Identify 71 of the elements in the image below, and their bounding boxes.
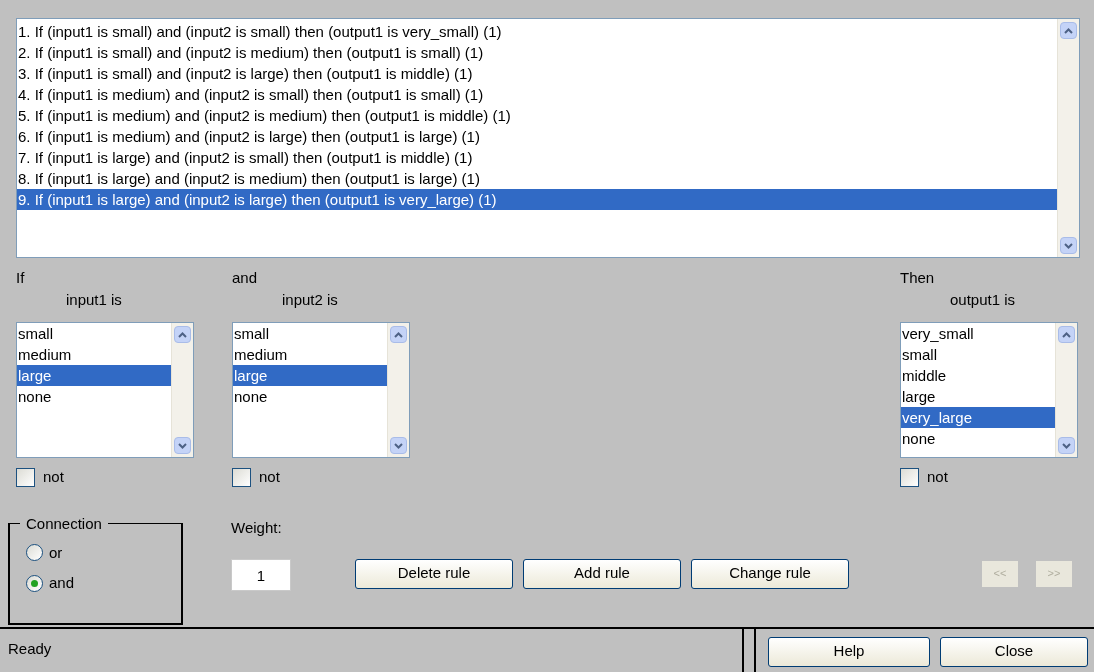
scroll-down-button[interactable] <box>174 437 191 454</box>
action-button[interactable]: Change rule <box>691 558 849 589</box>
chevron-down-icon <box>1062 442 1071 449</box>
rule-item[interactable]: 1. If (input1 is small) and (input2 is small) then (output1 is very_small) (1) <box>17 21 1057 42</box>
list-item[interactable]: small <box>901 344 1055 365</box>
radio-button[interactable] <box>26 574 43 592</box>
chevron-up-icon <box>394 331 403 338</box>
scrollbar[interactable] <box>387 323 409 457</box>
section-label: If <box>16 268 26 288</box>
rule-item[interactable]: 3. If (input1 is small) and (input2 is large) then (output1 is middle) (1) <box>17 63 1057 84</box>
list-item[interactable]: large <box>901 386 1055 407</box>
list-item[interactable]: medium <box>17 344 171 365</box>
status-text: Ready <box>8 639 52 657</box>
scroll-up-button[interactable] <box>1058 326 1075 343</box>
chevron-up-icon <box>1064 27 1073 34</box>
dialog-button[interactable]: Close <box>940 636 1088 667</box>
rule-item[interactable]: 2. If (input1 is small) and (input2 is medium) then (output1 is small) (1) <box>17 42 1057 63</box>
rule-list[interactable] <box>16 18 1080 258</box>
action-button[interactable]: Delete rule <box>355 558 513 589</box>
list-item[interactable]: small <box>17 323 171 344</box>
scrollbar[interactable] <box>1057 19 1079 257</box>
chevron-down-icon <box>1064 242 1073 249</box>
list-item[interactable]: none <box>17 386 171 407</box>
radio-label: and <box>49 573 75 593</box>
checkbox-label: not <box>259 467 280 487</box>
dialog-button[interactable]: Help <box>768 636 930 667</box>
weight-field[interactable]: 1 <box>231 559 291 591</box>
rule-item[interactable]: 9. If (input1 is large) and (input2 is large) then (output1 is very_large) (1) <box>17 189 1057 210</box>
section-label: Then <box>900 268 936 288</box>
scrollbar[interactable] <box>171 323 193 457</box>
listbox[interactable]: small medium large none <box>232 322 410 458</box>
rule-item[interactable]: 8. If (input1 is large) and (input2 is medium) then (output1 is large) (1) <box>17 168 1057 189</box>
list-item[interactable]: medium <box>233 344 387 365</box>
checkbox-label: not <box>927 467 948 487</box>
radio-label: or <box>49 542 63 563</box>
variable-label: input1 is <box>65 290 123 310</box>
weight-label: Weight: <box>231 517 283 538</box>
list-item[interactable]: none <box>901 428 1055 449</box>
listbox[interactable]: very_small small middle large very_large none <box>900 322 1078 458</box>
action-button[interactable]: Add rule <box>523 558 681 589</box>
rule-item[interactable]: 7. If (input1 is large) and (input2 is small) then (output1 is middle) (1) <box>17 147 1057 168</box>
chevron-up-icon <box>178 331 187 338</box>
scroll-down-button[interactable] <box>1058 437 1075 454</box>
checkbox-label: not <box>43 467 64 487</box>
rule-item[interactable]: 6. If (input1 is medium) and (input2 is large) then (output1 is large) (1) <box>17 126 1057 147</box>
checkbox[interactable] <box>900 467 919 487</box>
list-item[interactable]: very_large <box>901 407 1055 428</box>
scroll-down-button[interactable] <box>1060 237 1077 254</box>
scroll-down-button[interactable] <box>390 437 407 454</box>
list-item[interactable]: middle <box>901 365 1055 386</box>
chevron-down-icon <box>394 442 403 449</box>
list-item[interactable]: none <box>233 386 387 407</box>
variable-label: output1 is <box>949 290 1017 310</box>
rule-item[interactable]: 5. If (input1 is medium) and (input2 is medium) then (output1 is middle) (1) <box>17 105 1057 126</box>
rule-item[interactable]: 4. If (input1 is medium) and (input2 is small) then (output1 is small) (1) <box>17 84 1057 105</box>
variable-label: input2 is <box>281 290 339 310</box>
scroll-up-button[interactable] <box>174 326 191 343</box>
list-item[interactable]: large <box>17 365 171 386</box>
radio-button[interactable] <box>26 544 43 562</box>
section-label: and <box>232 268 259 288</box>
checkbox[interactable] <box>232 467 251 487</box>
chevron-up-icon <box>1062 331 1071 338</box>
list-item[interactable]: small <box>233 323 387 344</box>
listbox[interactable]: small medium large none <box>16 322 194 458</box>
chevron-down-icon <box>178 442 187 449</box>
list-item[interactable]: large <box>233 365 387 386</box>
scroll-up-button[interactable] <box>390 326 407 343</box>
scrollbar[interactable] <box>1055 323 1077 457</box>
checkbox[interactable] <box>16 467 35 487</box>
scroll-up-button[interactable] <box>1060 22 1077 39</box>
list-item[interactable]: very_small <box>901 323 1055 344</box>
